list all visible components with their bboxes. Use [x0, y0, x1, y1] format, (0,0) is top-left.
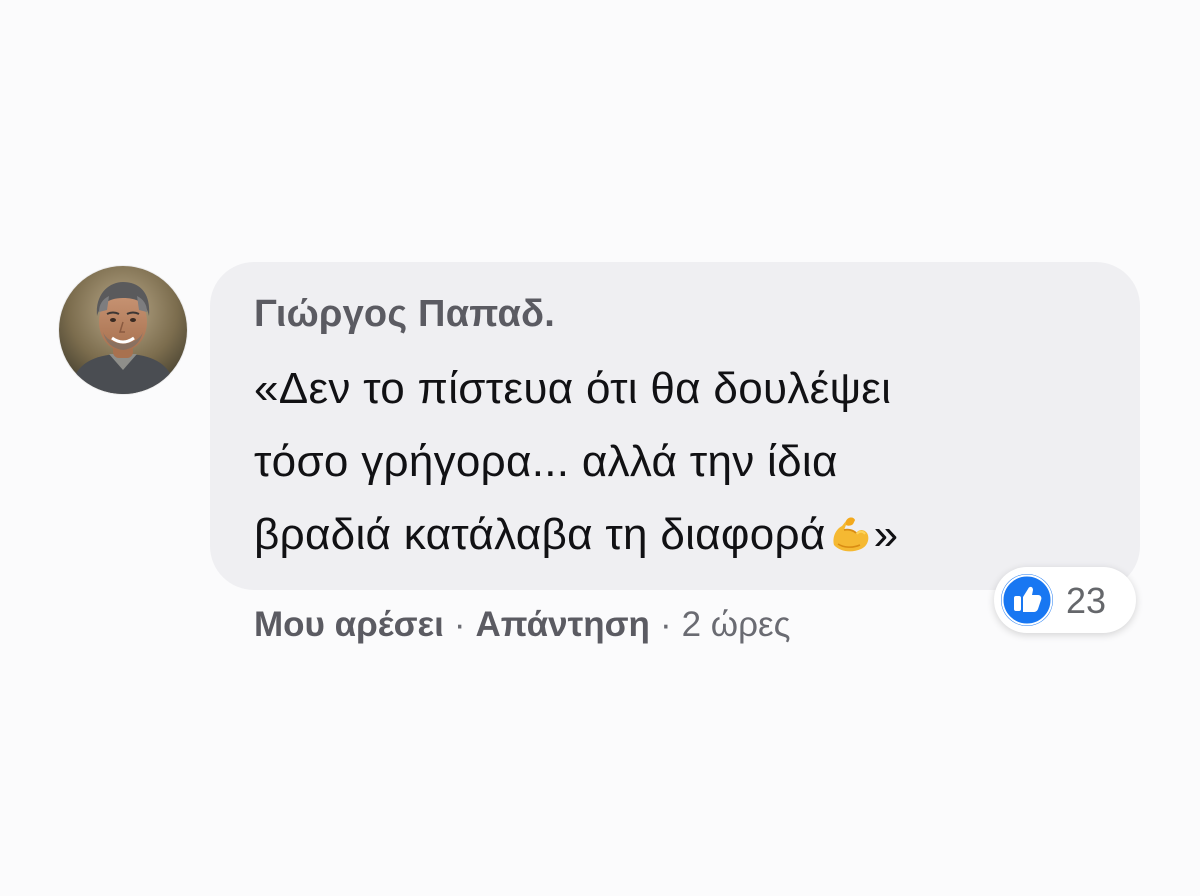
comment-timestamp[interactable]: 2 ώρες: [682, 605, 791, 644]
avatar[interactable]: [59, 266, 187, 394]
thumbs-up-icon: [1001, 574, 1053, 626]
separator: ·: [659, 605, 672, 644]
reply-link[interactable]: Απάντηση: [476, 605, 650, 644]
comment-item: Γιώργος Παπαδ. «Δεν το πίστευα ότι θα δο…: [0, 0, 1200, 896]
comment-text-line-2: τόσο γρήγορα... αλλά την ίδια: [254, 437, 838, 486]
separator: ·: [453, 605, 466, 644]
user-avatar-photo: [59, 266, 187, 394]
comment-text-line-3-text: βραδιά κατάλαβα τη διαφορά: [254, 510, 826, 559]
flexed-biceps-icon: [828, 511, 872, 555]
comment-text-line-3: βραδιά κατάλαβα τη διαφορά »: [254, 510, 898, 560]
comment-text-line-1: «Δεν το πίστευα ότι θα δουλέψει: [254, 364, 892, 413]
comment-text-closing-quote: »: [873, 510, 899, 559]
like-link[interactable]: Μου αρέσει: [254, 605, 444, 644]
comment-author[interactable]: Γιώργος Παπαδ.: [254, 293, 555, 336]
reaction-summary[interactable]: 23: [994, 567, 1136, 633]
reaction-count: 23: [1066, 580, 1107, 621]
comment-actions: Μου αρέσει · Απάντηση · 2 ώρες: [254, 605, 791, 645]
